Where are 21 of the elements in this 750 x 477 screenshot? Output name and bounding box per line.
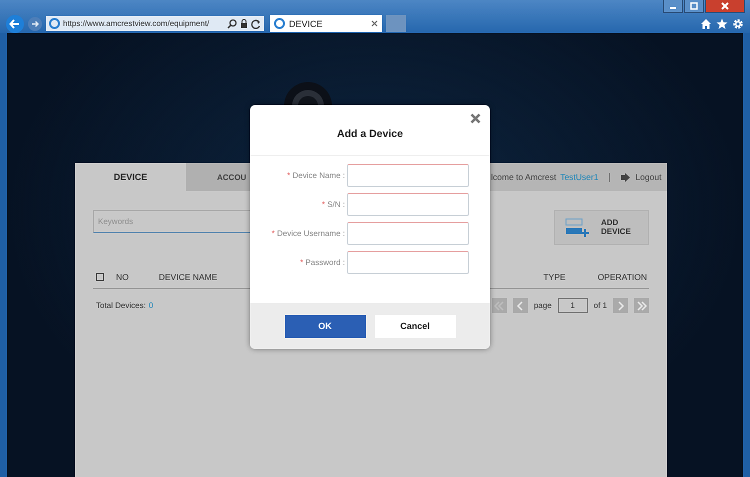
page-label: page	[534, 301, 552, 310]
cancel-button[interactable]: Cancel	[374, 314, 456, 338]
field-label: * Device Username :	[270, 229, 346, 238]
welcome-text: lcome to Amcrest	[491, 172, 556, 182]
address-bar[interactable]: https://www.amcrestview.com/equipment/	[46, 16, 264, 31]
dialog-title: Add a Device	[337, 128, 403, 140]
page-tab[interactable]: DEVICE	[75, 163, 186, 191]
logout-link[interactable]: Logout	[635, 172, 662, 182]
add-device-button[interactable]: ADD DEVICE	[554, 210, 649, 245]
page-number-field[interactable]: 1	[558, 298, 588, 313]
column-header: OPERATION	[598, 272, 647, 282]
field-label: * S/N :	[320, 200, 346, 209]
column-header: DEVICE NAME	[158, 272, 218, 282]
column-header: NO	[116, 272, 129, 282]
total-devices-text: Total Devices:	[96, 301, 146, 310]
browser-tab[interactable]: DEVICE	[270, 15, 382, 32]
ok-button[interactable]: OK	[284, 314, 366, 338]
page-count: of 1	[594, 301, 607, 310]
total-devices-count: 0	[148, 301, 154, 310]
field-label: * Password :	[299, 258, 346, 267]
column-header: TYPE	[543, 272, 566, 282]
